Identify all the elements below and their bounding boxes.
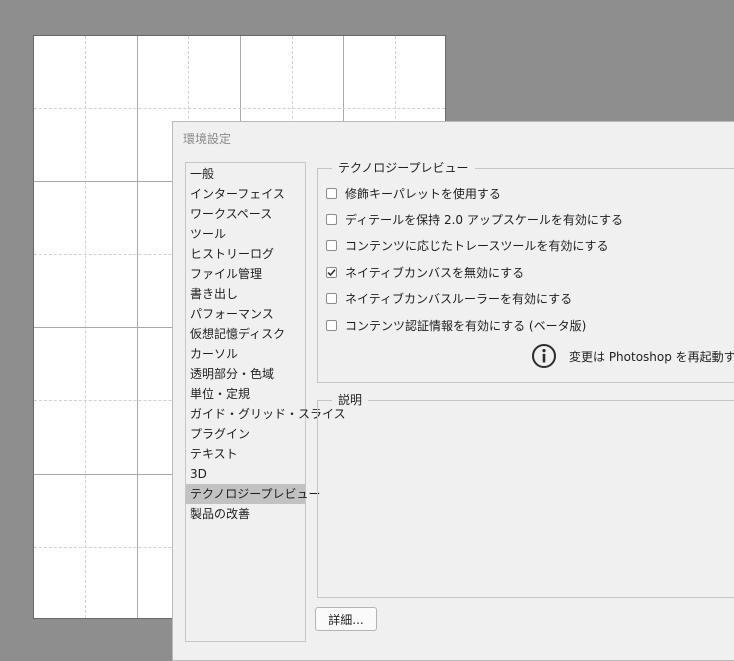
checkbox-checked[interactable] bbox=[326, 266, 337, 278]
more-info-button[interactable]: 詳細... bbox=[315, 607, 377, 631]
option-label: ネイティブカンバスルーラーを有効にする bbox=[345, 291, 573, 306]
technology-previews-legend: テクノロジープレビュー bbox=[332, 160, 475, 176]
dialog-title: 環境設定 bbox=[183, 132, 232, 146]
option-modifier-key-palette[interactable]: 修飾キーパレットを使用する bbox=[326, 184, 501, 202]
restart-note-text: 変更は Photoshop を再起動す bbox=[569, 349, 734, 364]
checkmark-icon bbox=[327, 268, 336, 276]
sidebar-item-3d[interactable]: 3D bbox=[186, 464, 305, 484]
sidebar-item-scratch-disks[interactable]: 仮想記憶ディスク bbox=[186, 324, 305, 344]
sidebar-item-guides-grid-slices[interactable]: ガイド・グリッド・スライス bbox=[186, 404, 346, 424]
sidebar-item-export[interactable]: 書き出し bbox=[186, 284, 305, 304]
option-content-credentials[interactable]: コンテンツ認証情報を有効にする (ベータ版) bbox=[326, 316, 586, 334]
sidebar-item-tools[interactable]: ツール bbox=[186, 224, 305, 244]
checkbox[interactable] bbox=[326, 319, 337, 331]
sidebar-item-file-handling[interactable]: ファイル管理 bbox=[186, 264, 305, 284]
sidebar-item-cursors[interactable]: カーソル bbox=[186, 344, 305, 364]
checkbox[interactable] bbox=[326, 239, 337, 251]
sidebar-item-history-log[interactable]: ヒストリーログ bbox=[186, 244, 305, 264]
sidebar-item-interface[interactable]: インターフェイス bbox=[186, 184, 305, 204]
checkbox[interactable] bbox=[326, 213, 337, 225]
restart-note: 変更は Photoshop を再起動す bbox=[531, 343, 734, 369]
sidebar-item-technology-previews[interactable]: テクノロジープレビュー bbox=[186, 484, 321, 504]
option-label: ネイティブカンバスを無効にする bbox=[345, 265, 525, 280]
sidebar-item-general[interactable]: 一般 bbox=[186, 164, 305, 184]
sidebar-item-workspace[interactable]: ワークスペース bbox=[186, 204, 305, 224]
info-icon bbox=[532, 344, 556, 368]
option-label: 修飾キーパレットを使用する bbox=[345, 186, 501, 201]
description-legend: 説明 bbox=[332, 392, 369, 408]
description-group: 説明 bbox=[317, 392, 734, 598]
sidebar-item-type[interactable]: テキスト bbox=[186, 444, 305, 464]
preferences-sidebar: 一般 インターフェイス ワークスペース ツール ヒストリーログ ファイル管理 書… bbox=[185, 162, 346, 642]
sidebar-item-transparency-gamut[interactable]: 透明部分・色域 bbox=[186, 364, 305, 384]
checkbox[interactable] bbox=[326, 187, 337, 199]
option-label: ディテールを保持 2.0 アップスケールを有効にする bbox=[345, 212, 623, 227]
technology-previews-group: テクノロジープレビュー 修飾キーパレットを使用する ディテールを保持 2.0 ア… bbox=[317, 160, 734, 383]
sidebar-item-plugins[interactable]: プラグイン bbox=[186, 424, 305, 444]
grid-line bbox=[34, 108, 445, 109]
option-label: コンテンツ認証情報を有効にする (ベータ版) bbox=[345, 318, 587, 333]
option-content-aware-tracing[interactable]: コンテンツに応じたトレースツールを有効にする bbox=[326, 236, 609, 254]
option-label: コンテンツに応じたトレースツールを有効にする bbox=[345, 238, 609, 253]
sidebar-item-product-improvement[interactable]: 製品の改善 bbox=[186, 504, 305, 524]
option-disable-native-canvas[interactable]: ネイティブカンバスを無効にする bbox=[326, 263, 524, 281]
checkbox[interactable] bbox=[326, 292, 337, 304]
sidebar-item-performance[interactable]: パフォーマンス bbox=[186, 304, 305, 324]
preferences-dialog: 環境設定 一般 インターフェイス ワークスペース ツール ヒストリーログ ファイ… bbox=[172, 121, 734, 661]
sidebar-item-units-rulers[interactable]: 単位・定規 bbox=[186, 384, 305, 404]
option-preserve-details-2[interactable]: ディテールを保持 2.0 アップスケールを有効にする bbox=[326, 210, 623, 228]
option-native-canvas-ruler[interactable]: ネイティブカンバスルーラーを有効にする bbox=[326, 289, 572, 307]
